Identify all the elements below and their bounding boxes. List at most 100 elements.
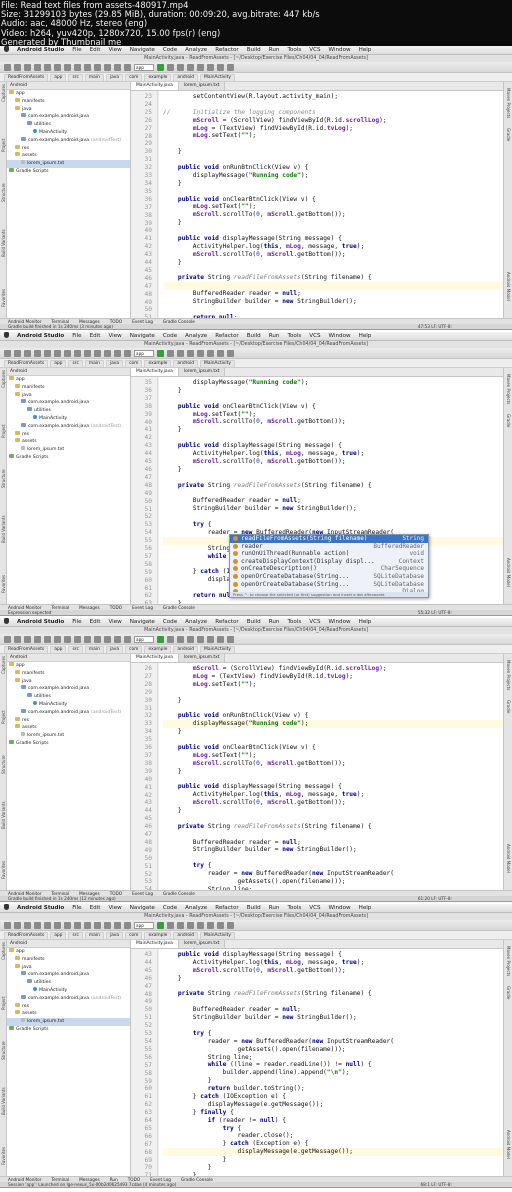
code-line[interactable]: } bbox=[163, 807, 503, 815]
menu-item[interactable]: Edit bbox=[90, 333, 101, 339]
left-tool-button[interactable]: Favorites bbox=[1, 575, 6, 593]
code-line[interactable]: mScroll = (ScrollView) findViewById(R.id… bbox=[163, 665, 503, 673]
left-tool-button[interactable]: Structure bbox=[1, 469, 6, 488]
menu-item[interactable]: View bbox=[108, 47, 121, 53]
breadcrumb-item[interactable]: main bbox=[84, 646, 104, 653]
code-line[interactable]: StringBuilder builder = new StringBuilde… bbox=[163, 846, 503, 854]
tree-item[interactable]: com.example.android.java (androidTest) bbox=[7, 422, 130, 431]
cut-icon[interactable] bbox=[54, 636, 61, 643]
tree-item[interactable]: app bbox=[7, 948, 130, 956]
run-icon[interactable] bbox=[157, 350, 164, 357]
open-icon[interactable] bbox=[4, 636, 11, 643]
breadcrumb-item[interactable]: ReadFromAssets bbox=[4, 360, 49, 367]
code-line[interactable] bbox=[163, 101, 503, 109]
code-line[interactable]: BufferedReader reader = null; bbox=[163, 839, 503, 847]
sdk-icon[interactable] bbox=[207, 922, 214, 929]
code-line[interactable] bbox=[163, 815, 503, 823]
tree-item[interactable]: assets bbox=[7, 152, 130, 160]
forward-icon[interactable] bbox=[114, 64, 121, 71]
menu-item[interactable]: Refactor bbox=[215, 333, 238, 339]
undo-icon[interactable] bbox=[34, 922, 41, 929]
code-line[interactable] bbox=[163, 395, 503, 403]
right-tool-button[interactable]: Android Model bbox=[506, 1130, 511, 1159]
code-line[interactable]: } bbox=[163, 426, 503, 434]
sdk-icon[interactable] bbox=[207, 350, 214, 357]
paste-icon[interactable] bbox=[74, 350, 81, 357]
code-line[interactable]: mLog.setText(""); bbox=[163, 681, 503, 689]
breadcrumb-item[interactable]: ReadFromAssets bbox=[4, 932, 49, 939]
menu-item[interactable]: File bbox=[72, 905, 81, 911]
left-tool-button[interactable]: Project bbox=[1, 710, 6, 724]
code-line[interactable]: } catch (IOException e) { bbox=[163, 1093, 503, 1101]
code-line[interactable]: getAssets().open(filename))); bbox=[163, 1046, 503, 1054]
undo-icon[interactable] bbox=[34, 350, 41, 357]
copy-icon[interactable] bbox=[64, 350, 71, 357]
breadcrumb-item[interactable]: src bbox=[68, 74, 83, 81]
menu-item[interactable]: Navigate bbox=[130, 47, 155, 53]
code-line[interactable]: reader = new BufferedReader(new InputStr… bbox=[163, 1038, 503, 1046]
code-line[interactable]: StringBuilder builder = new StringBuilde… bbox=[163, 505, 503, 513]
left-tool-button[interactable]: Captures bbox=[1, 942, 6, 960]
paste-icon[interactable] bbox=[74, 64, 81, 71]
project-view-select[interactable]: Android bbox=[7, 368, 130, 376]
code-line[interactable]: } bbox=[163, 768, 503, 776]
tree-item[interactable]: utilities bbox=[7, 979, 130, 987]
code-line[interactable]: StringBuilder builder = new StringBuilde… bbox=[163, 298, 503, 306]
code-line[interactable]: try { bbox=[163, 862, 503, 870]
tree-item[interactable]: manifests bbox=[7, 669, 130, 678]
code-line[interactable]: private String readFileFromAssets(String… bbox=[163, 482, 503, 490]
forward-icon[interactable] bbox=[114, 350, 121, 357]
paste-icon[interactable] bbox=[74, 922, 81, 929]
menu-item[interactable]: Refactor bbox=[215, 47, 238, 53]
sync-icon[interactable] bbox=[24, 636, 31, 643]
monitor-icon[interactable] bbox=[217, 922, 224, 929]
code-line[interactable] bbox=[163, 474, 503, 482]
apple-icon[interactable] bbox=[4, 618, 9, 624]
code-line[interactable]: mScroll.scrollTo(0, mScroll.getBottom())… bbox=[163, 418, 503, 426]
right-tool-button[interactable]: Maven Projects bbox=[506, 88, 511, 118]
code-line[interactable]: mScroll = (ScrollView) findViewById(R.id… bbox=[163, 117, 503, 125]
menu-item[interactable]: Navigate bbox=[130, 619, 155, 625]
code-line[interactable]: ActivityHelper.log(this, mLog, message, … bbox=[163, 791, 503, 799]
menu-item[interactable]: View bbox=[108, 905, 121, 911]
app-menu[interactable]: Android Studio bbox=[17, 47, 64, 53]
code-line[interactable]: private String readFileFromAssets(String… bbox=[163, 274, 503, 282]
left-tool-button[interactable]: Favorites bbox=[1, 1147, 6, 1165]
menu-item[interactable]: Build bbox=[247, 619, 261, 625]
autocomplete-item[interactable]: onCreateDescription() CharSequence bbox=[230, 565, 428, 573]
tree-item[interactable]: MainActivity bbox=[7, 986, 130, 995]
code-line[interactable]: displayMessage("Running code"); bbox=[163, 172, 503, 180]
right-tool-button[interactable]: Android Model bbox=[506, 272, 511, 301]
code-line[interactable] bbox=[163, 140, 503, 148]
code-line[interactable] bbox=[163, 513, 503, 521]
code-line[interactable] bbox=[163, 689, 503, 697]
left-tool-button[interactable]: Project bbox=[1, 424, 6, 438]
code-line[interactable] bbox=[163, 831, 503, 839]
apple-icon[interactable] bbox=[4, 46, 9, 52]
coverage-icon[interactable] bbox=[177, 350, 184, 357]
project-view-select[interactable]: Android bbox=[7, 654, 130, 662]
code-editor[interactable]: public void displayMessage(String messag… bbox=[159, 949, 503, 1176]
breadcrumb-item[interactable]: java bbox=[105, 646, 124, 653]
code-line[interactable]: } bbox=[163, 387, 503, 395]
project-view-select[interactable]: Android bbox=[7, 940, 130, 948]
help-icon[interactable] bbox=[227, 64, 234, 71]
paste-icon[interactable] bbox=[74, 636, 81, 643]
undo-icon[interactable] bbox=[34, 636, 41, 643]
menu-item[interactable]: Run bbox=[269, 619, 280, 625]
code-line[interactable]: } bbox=[163, 148, 503, 156]
code-line[interactable]: try { bbox=[163, 1125, 503, 1133]
code-line[interactable]: public void onRunBtnClick(View v) { bbox=[163, 164, 503, 172]
make-icon[interactable] bbox=[124, 350, 131, 357]
tree-item[interactable]: assets bbox=[7, 438, 130, 446]
code-line[interactable]: } bbox=[163, 697, 503, 705]
tree-item[interactable]: java bbox=[7, 963, 130, 972]
autocomplete-popup[interactable]: readFileFromAssets(String filename) Strin… bbox=[229, 534, 429, 598]
menu-item[interactable]: Analyze bbox=[185, 619, 207, 625]
breadcrumb-item[interactable]: java bbox=[105, 932, 124, 939]
code-line[interactable]: } bbox=[163, 466, 503, 474]
code-line[interactable]: } bbox=[163, 728, 503, 736]
code-line[interactable]: ActivityHelper.log(this, mLog, message, … bbox=[163, 243, 503, 251]
breadcrumb-item[interactable]: MainActivity bbox=[200, 932, 235, 939]
replace-icon[interactable] bbox=[94, 922, 101, 929]
